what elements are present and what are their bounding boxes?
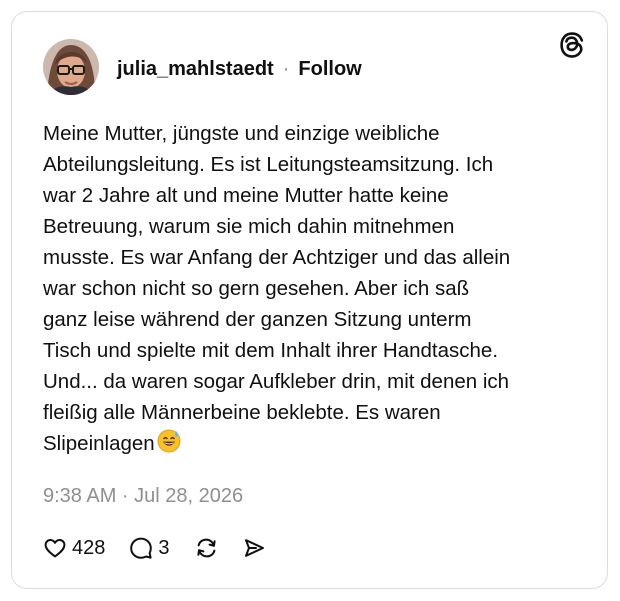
heart-icon (43, 536, 67, 560)
reply-count: 3 (158, 536, 170, 559)
post-text-line: war 2 Jahre alt und meine Mutter hatte k… (43, 184, 449, 207)
post-text-line: Und... da waren sogar Aufkleber drin, mi… (43, 370, 510, 393)
reply-button[interactable]: 3 (129, 536, 170, 560)
like-count: 428 (72, 536, 106, 559)
post-text-line: Tisch und spielte mit dem Inhalt ihrer H… (43, 339, 499, 362)
post-body: Meine Mutter, jüngste und einzige weibli… (43, 118, 583, 462)
post-text-line: Betreuung, warum sie mich dahin mitnehme… (43, 215, 455, 238)
post-text-line: Abteilungsleitung. Es ist Leitungsteamsi… (43, 153, 494, 176)
repost-icon (194, 536, 220, 560)
follow-button[interactable]: Follow (298, 58, 361, 81)
post-card: julia_mahlstaedt · Follow Meine Mutter, … (11, 11, 608, 589)
avatar-image (43, 39, 99, 95)
grinning-face-with-sweat-icon (157, 429, 181, 462)
post-timestamp: 9:38 AM · Jul 28, 2026 (43, 485, 244, 507)
post-text-line: Meine Mutter, jüngste und einzige weibli… (43, 122, 440, 145)
post-text-line: fleißig alle Männerbeine beklebte. Es wa… (43, 401, 441, 424)
post-text-line: musste. Es war Anfang der Achtziger und … (43, 246, 511, 269)
share-button[interactable] (242, 536, 266, 560)
username[interactable]: julia_mahlstaedt (117, 58, 274, 81)
send-icon (242, 536, 266, 560)
avatar[interactable] (43, 39, 99, 95)
post-text-line: war schon nicht so gern gesehen. Aber ic… (43, 277, 470, 300)
repost-button[interactable] (194, 536, 220, 560)
speech-bubble-icon (129, 536, 153, 560)
separator-dot: · (282, 57, 290, 80)
threads-logo-icon[interactable] (558, 31, 586, 59)
post-header: julia_mahlstaedt · Follow (117, 55, 362, 83)
post-text-line: ganz leise während der ganzen Sitzung un… (43, 308, 472, 331)
like-button[interactable]: 428 (43, 536, 105, 560)
action-bar: 428 3 (43, 535, 266, 561)
post-text-line: Slipeinlagen (43, 432, 155, 455)
